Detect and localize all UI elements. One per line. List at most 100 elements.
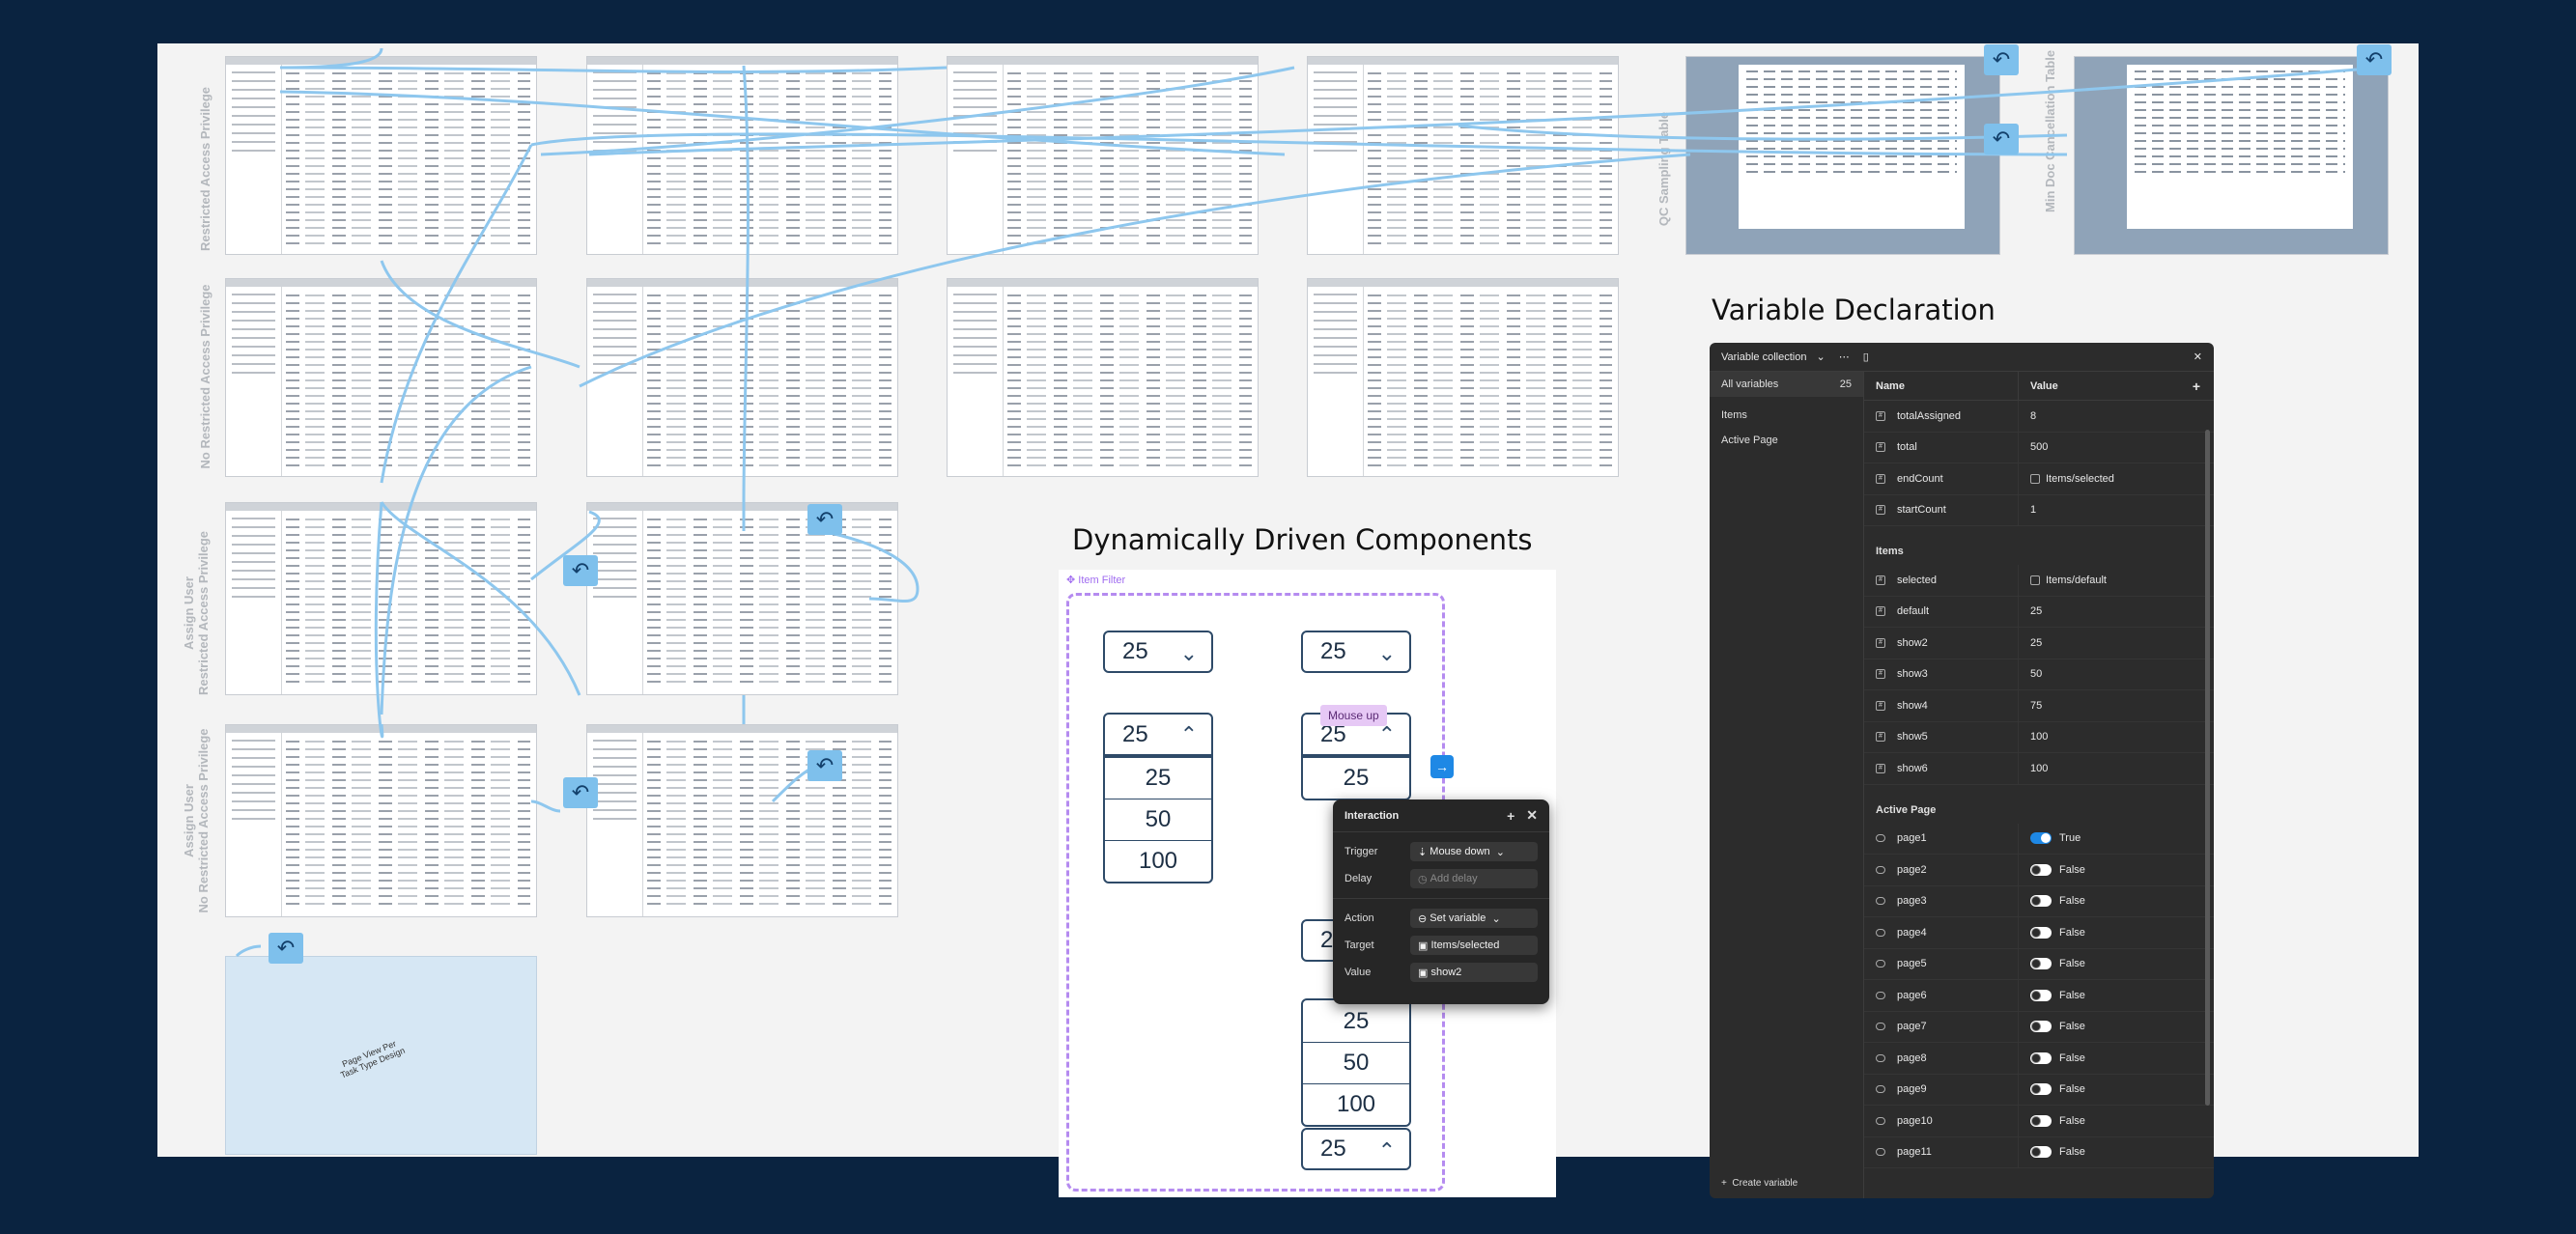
variable-name-cell[interactable]: # show6 xyxy=(1864,753,2019,784)
back-icon[interactable]: ↶ xyxy=(563,777,598,808)
variable-name-cell[interactable]: # show5 xyxy=(1864,721,2019,752)
more-icon[interactable]: ⋯ xyxy=(1839,351,1850,363)
close-icon[interactable]: ✕ xyxy=(1526,807,1538,824)
dropdown-option[interactable]: 25 xyxy=(1105,757,1211,799)
variable-value-cell[interactable]: 100 xyxy=(2019,753,2214,784)
variable-name-cell[interactable]: # totalAssigned xyxy=(1864,401,2019,432)
variable-value-cell[interactable]: False xyxy=(2019,1137,2214,1168)
variable-name-cell[interactable]: page2 xyxy=(1864,855,2019,885)
back-icon[interactable]: ↶ xyxy=(1984,124,2019,154)
variable-value-cell[interactable]: False xyxy=(2019,1043,2214,1074)
boolean-toggle[interactable] xyxy=(2030,989,2052,1001)
variable-row[interactable]: # show3 50 xyxy=(1864,659,2214,690)
sidebar-toggle-icon[interactable]: ▯ xyxy=(1863,351,1869,363)
boolean-toggle[interactable] xyxy=(2030,895,2052,908)
close-icon[interactable]: ✕ xyxy=(2194,351,2202,363)
page-size-select[interactable]: 25 ⌃ xyxy=(1301,1128,1411,1170)
variable-row[interactable]: page7 False xyxy=(1864,1011,2214,1043)
dropdown-option[interactable]: 50 xyxy=(1105,799,1211,840)
dropdown-option[interactable]: 100 xyxy=(1303,1083,1409,1125)
variable-row[interactable]: page2 False xyxy=(1864,855,2214,886)
variable-value-cell[interactable]: False xyxy=(2019,1075,2214,1106)
collection-title[interactable]: Variable collection xyxy=(1721,351,1806,363)
variable-value-cell[interactable]: 100 xyxy=(2019,722,2214,753)
variable-row[interactable]: # startCount 1 xyxy=(1864,494,2214,526)
variable-value-cell[interactable]: False xyxy=(2019,980,2214,1011)
create-variable-button[interactable]: + Create variable xyxy=(1721,1178,1798,1189)
variable-row[interactable]: page4 False xyxy=(1864,917,2214,949)
variable-value-cell[interactable]: False xyxy=(2019,886,2214,917)
variable-name-cell[interactable]: page9 xyxy=(1864,1074,2019,1105)
variable-name-cell[interactable]: # total xyxy=(1864,432,2019,463)
variable-value-cell[interactable]: False xyxy=(2019,1106,2214,1136)
variable-row[interactable]: page5 False xyxy=(1864,948,2214,980)
variable-row[interactable]: # show4 75 xyxy=(1864,690,2214,722)
variable-value-cell[interactable]: 8 xyxy=(2019,401,2214,432)
variable-name-cell[interactable]: page10 xyxy=(1864,1106,2019,1136)
variable-row[interactable]: page11 False xyxy=(1864,1136,2214,1168)
page-size-select[interactable]: 25 ⌄ xyxy=(1301,631,1411,673)
variable-value-cell[interactable]: 25 xyxy=(2019,597,2214,628)
boolean-toggle[interactable] xyxy=(2030,1052,2052,1064)
group-items[interactable]: Items xyxy=(1710,403,1863,428)
variable-name-cell[interactable]: # default xyxy=(1864,596,2019,627)
prototype-connection-icon[interactable]: → xyxy=(1430,755,1454,778)
variable-value-cell[interactable]: 1 xyxy=(2019,495,2214,526)
variable-row[interactable]: page8 False xyxy=(1864,1043,2214,1075)
variable-value-cell[interactable]: 75 xyxy=(2019,690,2214,721)
variable-row[interactable]: # show6 100 xyxy=(1864,753,2214,785)
variable-name-cell[interactable]: page7 xyxy=(1864,1011,2019,1042)
dropdown-option[interactable]: 25 xyxy=(1303,1000,1409,1042)
variable-value-cell[interactable]: 50 xyxy=(2019,659,2214,690)
variable-row[interactable]: page10 False xyxy=(1864,1106,2214,1137)
variable-value-cell[interactable]: 500 xyxy=(2019,433,2214,463)
variable-name-cell[interactable]: page8 xyxy=(1864,1043,2019,1074)
variable-row[interactable]: page6 False xyxy=(1864,980,2214,1012)
variable-value-cell[interactable]: 25 xyxy=(2019,628,2214,659)
group-all-variables[interactable]: All variables 25 xyxy=(1710,372,1863,397)
variable-name-cell[interactable]: page1 xyxy=(1864,823,2019,854)
variable-row[interactable]: page3 False xyxy=(1864,885,2214,917)
back-icon[interactable]: ↶ xyxy=(807,750,842,781)
dropdown-option[interactable]: 25 xyxy=(1303,757,1409,799)
boolean-toggle[interactable] xyxy=(2030,958,2052,970)
variable-row[interactable]: # default 25 xyxy=(1864,596,2214,628)
boolean-toggle[interactable] xyxy=(2030,1114,2052,1127)
page-size-dropdown-open[interactable]: 25 ⌃ 25 50 100 xyxy=(1103,713,1213,883)
boolean-toggle[interactable] xyxy=(2030,1021,2052,1033)
variable-value-cell[interactable]: False xyxy=(2019,949,2214,980)
variable-name-cell[interactable]: page11 xyxy=(1864,1136,2019,1167)
variable-name-cell[interactable]: # show4 xyxy=(1864,690,2019,721)
dropdown-head[interactable]: 25 ⌃ xyxy=(1105,715,1211,757)
back-icon[interactable]: ↶ xyxy=(563,555,598,586)
variable-value-cell[interactable]: Items/selected xyxy=(2019,463,2214,494)
scrollbar[interactable] xyxy=(2205,430,2210,1106)
delay-input[interactable]: ◷ Add delay xyxy=(1410,869,1538,888)
variable-row[interactable]: # totalAssigned 8 xyxy=(1864,401,2214,433)
variable-row[interactable]: # selected Items/default xyxy=(1864,565,2214,597)
variable-name-cell[interactable]: # endCount xyxy=(1864,463,2019,494)
target-select[interactable]: ▣ Items/selected xyxy=(1410,936,1538,955)
variable-name-cell[interactable]: # show3 xyxy=(1864,659,2019,689)
variable-value-cell[interactable]: False xyxy=(2019,855,2214,885)
variable-value-cell[interactable]: True xyxy=(2019,824,2214,855)
boolean-toggle[interactable] xyxy=(2030,1146,2052,1159)
boolean-toggle[interactable] xyxy=(2030,832,2052,845)
back-icon[interactable]: ↶ xyxy=(1984,44,2019,75)
variable-name-cell[interactable]: # startCount xyxy=(1864,494,2019,525)
back-icon[interactable]: ↶ xyxy=(807,504,842,535)
boolean-toggle[interactable] xyxy=(2030,863,2052,876)
variable-value-cell[interactable]: False xyxy=(2019,917,2214,948)
variable-row[interactable]: page1 True xyxy=(1864,823,2214,855)
page-size-select[interactable]: 25 ⌄ xyxy=(1103,631,1213,673)
back-icon[interactable]: ↶ xyxy=(269,933,303,964)
variable-row[interactable]: # show2 25 xyxy=(1864,628,2214,659)
add-icon[interactable]: + xyxy=(2193,379,2200,394)
variable-row[interactable]: # show5 100 xyxy=(1864,721,2214,753)
variable-name-cell[interactable]: page6 xyxy=(1864,980,2019,1011)
variable-value-cell[interactable]: Items/default xyxy=(2019,565,2214,596)
value-select[interactable]: ▣ show2 xyxy=(1410,963,1538,982)
variable-row[interactable]: # endCount Items/selected xyxy=(1864,463,2214,495)
variable-row[interactable]: # total 500 xyxy=(1864,432,2214,463)
variable-name-cell[interactable]: page5 xyxy=(1864,948,2019,979)
